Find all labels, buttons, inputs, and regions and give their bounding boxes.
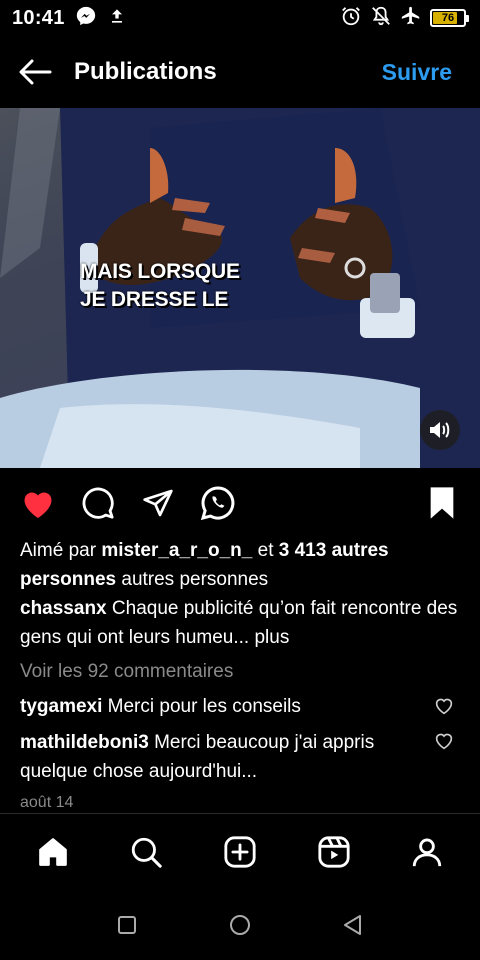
- battery-icon: 76: [430, 9, 469, 27]
- video-caption-line1: MAIS LORSQUE: [80, 260, 240, 283]
- recents-button[interactable]: [109, 907, 145, 943]
- alarm-icon: [340, 5, 362, 32]
- search-icon: [132, 837, 163, 868]
- tab-create[interactable]: [216, 828, 264, 876]
- post-author[interactable]: chassanx: [20, 598, 107, 619]
- system-nav-bar: [0, 890, 480, 960]
- create-icon: [224, 836, 256, 868]
- share-icon: [143, 489, 173, 517]
- home-icon: [38, 838, 67, 866]
- page-title: Publications: [74, 58, 217, 85]
- status-time: 10:41: [12, 6, 65, 29]
- video-caption: MAIS LORSQUE JE DRESSE LE: [80, 258, 240, 314]
- comment-icon: [82, 487, 114, 519]
- battery-level: 76: [441, 12, 455, 24]
- status-bar: 10:41 76: [0, 0, 480, 36]
- status-right-icons: 76: [340, 5, 469, 32]
- heart-icon: [24, 492, 52, 518]
- messenger-icon: [75, 5, 97, 32]
- bottom-tab-bar: [0, 814, 480, 890]
- comment-like-icon[interactable]: [434, 697, 454, 715]
- post-actions: [0, 474, 480, 532]
- arrow-left-icon: [19, 59, 52, 85]
- liked-by-user[interactable]: mister_a_r_o_n_: [101, 540, 252, 561]
- post-video[interactable]: MAIS LORSQUE JE DRESSE LE: [0, 108, 480, 468]
- status-left-icons: [75, 5, 127, 32]
- header: Publications Suivre: [0, 36, 480, 108]
- whatsapp-button[interactable]: [200, 485, 236, 521]
- reels-icon: [317, 836, 350, 868]
- tab-search[interactable]: [122, 828, 170, 876]
- video-frame: [0, 108, 480, 468]
- bookmark-icon: [430, 487, 454, 519]
- follow-button[interactable]: Suivre: [382, 59, 452, 86]
- tab-reels[interactable]: [310, 828, 358, 876]
- comment-text: Merci pour les conseils: [102, 696, 301, 717]
- video-caption-line2: JE DRESSE LE: [80, 288, 229, 311]
- speaker-icon: [430, 422, 450, 438]
- comment-item: tygamexi Merci pour les conseils: [20, 692, 420, 721]
- post-caption: chassanx Chaque publicité qu’on fait ren…: [20, 594, 460, 652]
- back-triangle-icon: [344, 915, 362, 935]
- system-home-button[interactable]: [222, 907, 258, 943]
- share-button[interactable]: [140, 485, 176, 521]
- view-comments-link[interactable]: Voir les 92 commentaires: [20, 657, 460, 686]
- upload-icon: [107, 6, 127, 31]
- home-circle-icon: [229, 915, 250, 935]
- likes-text: Aimé par mister_a_r_o_n_ et 3 413 autres…: [20, 536, 460, 594]
- comment-user[interactable]: tygamexi: [20, 696, 102, 717]
- save-button[interactable]: [424, 485, 460, 521]
- volume-button[interactable]: [420, 410, 460, 450]
- back-button[interactable]: [18, 52, 58, 92]
- profile-icon: [413, 838, 442, 867]
- tab-home[interactable]: [29, 828, 77, 876]
- tab-profile[interactable]: [403, 828, 451, 876]
- comment-button[interactable]: [80, 485, 116, 521]
- comment-item: mathildeboni3 Merci beaucoup j'ai appris…: [20, 728, 420, 786]
- whatsapp-icon: [200, 486, 235, 521]
- like-button[interactable]: [20, 485, 56, 521]
- airplane-icon: [400, 5, 422, 32]
- comment-like-icon[interactable]: [434, 732, 454, 750]
- system-back-button[interactable]: [335, 907, 371, 943]
- mute-icon: [370, 5, 392, 32]
- comment-user[interactable]: mathildeboni3: [20, 732, 149, 753]
- more-link[interactable]: plus: [249, 627, 289, 648]
- recents-icon: [117, 916, 136, 934]
- likes-prefix: Aimé par: [20, 540, 102, 561]
- likes-middle: et: [252, 540, 279, 561]
- likes-suffix: autres personnes: [116, 569, 269, 590]
